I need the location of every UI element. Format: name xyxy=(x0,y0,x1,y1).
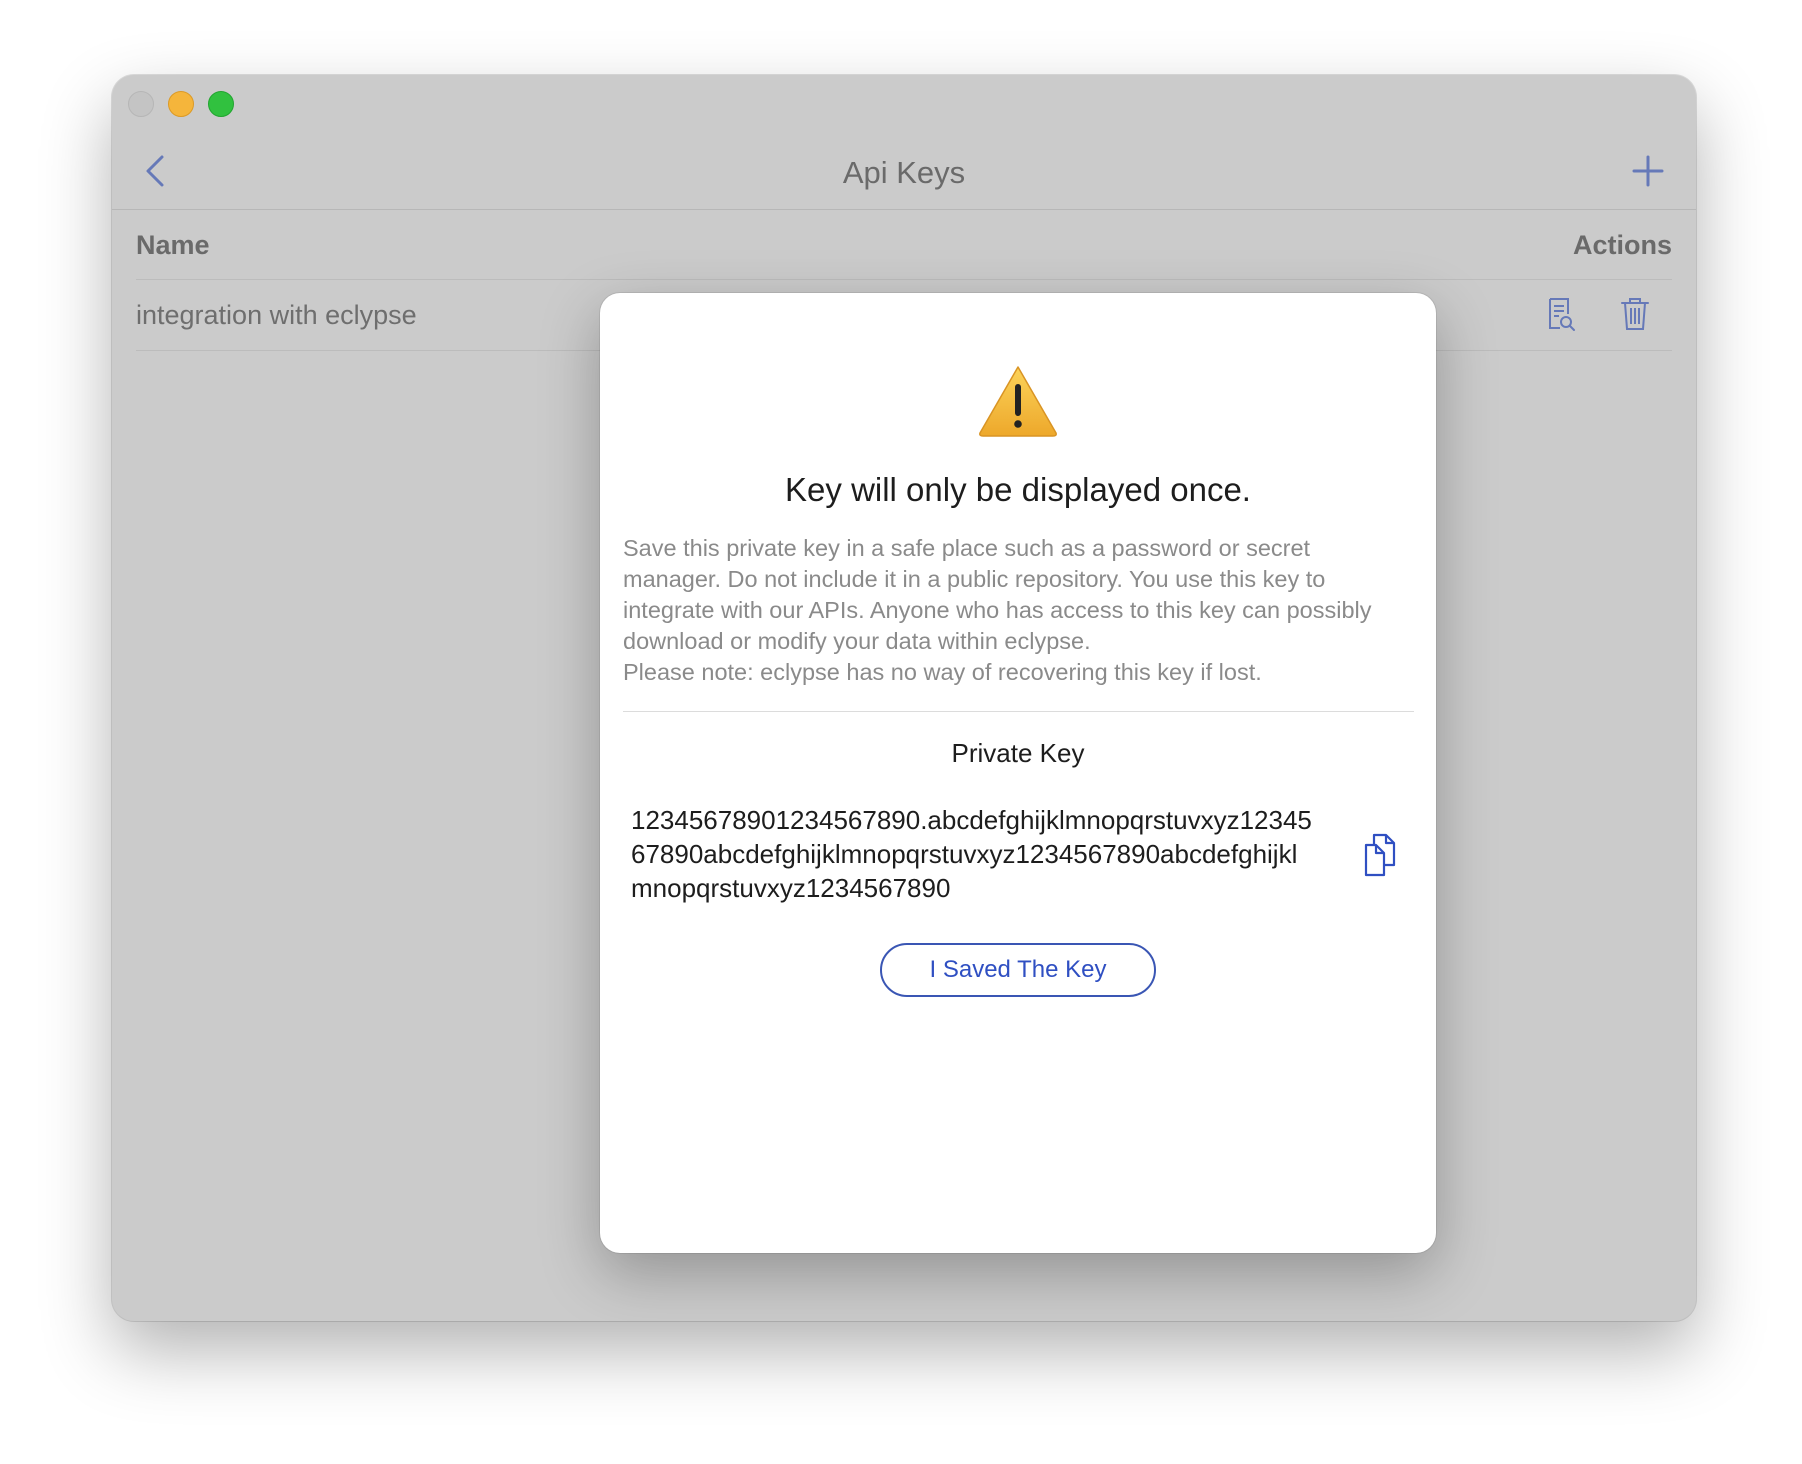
toolbar: Api Keys xyxy=(112,135,1696,210)
row-key-name: integration with eclypse xyxy=(136,300,417,330)
add-key-button[interactable] xyxy=(1630,153,1666,189)
table-header: Name Actions xyxy=(136,209,1672,280)
description-line: Please note: eclypse has no way of recov… xyxy=(623,659,1262,685)
private-key-line: 67890abcdefghijklmnopqrstuvxyz1234567890… xyxy=(631,839,1298,869)
divider xyxy=(623,711,1414,712)
private-key-line: mnopqrstuvxyz1234567890 xyxy=(631,873,951,903)
app-window: Api Keys Name Actions integration with e… xyxy=(112,75,1696,1321)
saved-key-button[interactable]: I Saved The Key xyxy=(880,943,1156,997)
copy-key-button[interactable] xyxy=(1362,833,1398,877)
delete-key-button[interactable] xyxy=(1620,296,1650,332)
private-key-value[interactable]: 12345678901234567890.abcdefghijklmnopqrs… xyxy=(631,803,1351,905)
page-title: Api Keys xyxy=(842,155,966,190)
description-line: integrate with our APIs. Anyone who has … xyxy=(623,597,1372,623)
trash-icon xyxy=(1621,298,1649,330)
private-key-line: 12345678901234567890.abcdefghijklmnopqrs… xyxy=(631,805,1312,835)
column-header-actions: Actions xyxy=(1572,230,1672,260)
private-key-label: Private Key xyxy=(951,738,1085,768)
window-zoom-button[interactable] xyxy=(208,91,234,117)
view-document-icon xyxy=(1549,298,1575,331)
key-display-dialog: Key will only be displayed once. Save th… xyxy=(600,293,1436,1253)
column-header-name: Name xyxy=(136,230,210,260)
copy-icon xyxy=(1364,833,1396,877)
window-close-button[interactable] xyxy=(128,91,154,117)
window-minimize-button[interactable] xyxy=(168,91,194,117)
plus-icon xyxy=(1632,155,1664,187)
dialog-title: Key will only be displayed once. xyxy=(785,471,1251,508)
description-line: Save this private key in a safe place su… xyxy=(623,535,1311,561)
warning-icon xyxy=(976,363,1060,439)
description-line: manager. Do not include it in a public r… xyxy=(623,566,1326,592)
view-key-button[interactable] xyxy=(1546,296,1576,332)
description-line: download or modify your data within ecly… xyxy=(623,628,1091,654)
dialog-description: Save this private key in a safe place su… xyxy=(623,533,1423,688)
